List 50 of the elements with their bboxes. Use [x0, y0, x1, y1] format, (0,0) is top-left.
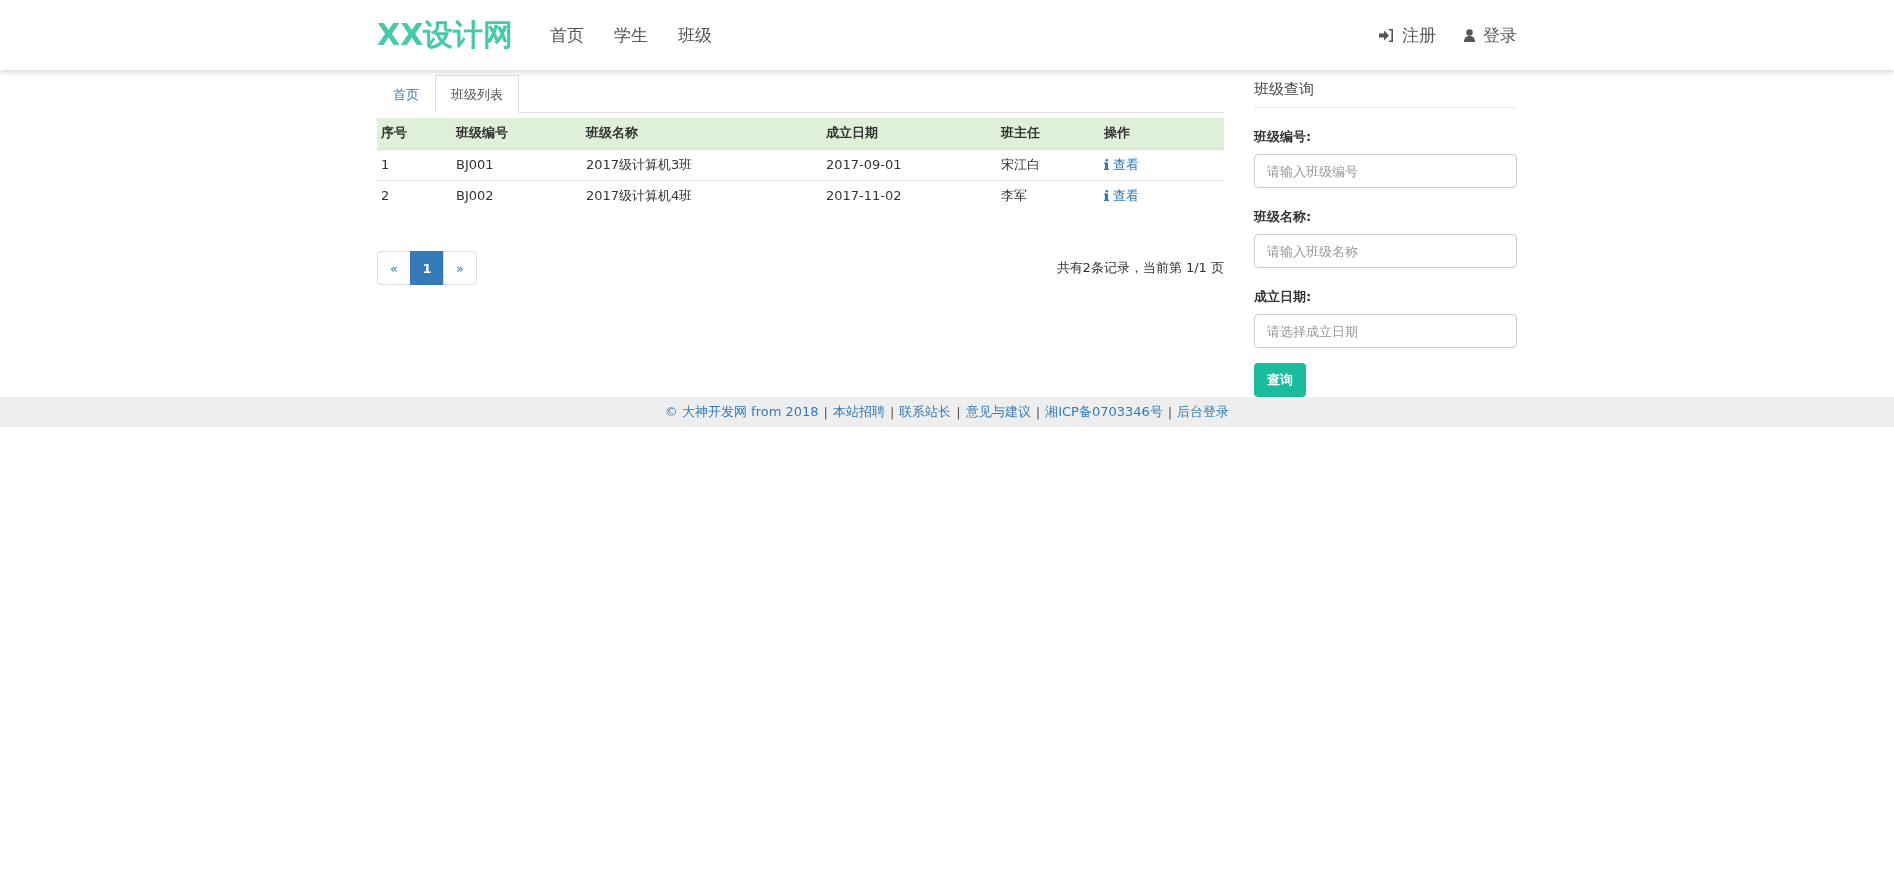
table-cell: 2017-11-02: [822, 180, 997, 211]
footer-link[interactable]: 联系站长: [899, 403, 952, 421]
info-icon: [1104, 159, 1109, 170]
panel-title: 班级查询: [1254, 75, 1517, 108]
table-cell: 2017级计算机3班: [582, 149, 822, 180]
field-label: 班级编号:: [1254, 128, 1313, 146]
separator: |: [823, 404, 828, 420]
page-button[interactable]: 1: [410, 251, 444, 285]
page-button[interactable]: »: [443, 251, 477, 285]
table-cell: 2017-09-01: [822, 149, 997, 180]
footer-link[interactable]: 本站招聘: [832, 403, 885, 421]
nav-action-link[interactable]: 登录: [1464, 23, 1517, 47]
separator: |: [1167, 404, 1173, 420]
nav-link[interactable]: 班级: [663, 23, 728, 47]
footer-link[interactable]: 湘ICP备0703346号: [1045, 403, 1163, 421]
table-cell: BJ002: [452, 180, 582, 211]
table-cell: 宋江白: [997, 149, 1100, 180]
table-cell: 2: [377, 180, 452, 211]
column-header: 班级名称: [582, 118, 822, 149]
separator: |: [1035, 404, 1041, 420]
view-link[interactable]: 查看: [1104, 155, 1139, 174]
table-cell: 1: [377, 149, 452, 180]
column-header: 班主任: [997, 118, 1100, 149]
column-header: 班级编号: [452, 118, 582, 149]
column-header: 序号: [377, 118, 452, 149]
field-label: 成立日期:: [1254, 288, 1313, 306]
nav-link[interactable]: 首页: [535, 23, 600, 47]
footer-link[interactable]: 后台登录: [1177, 403, 1230, 421]
user-icon: [1464, 28, 1475, 42]
table-cell: 李军: [997, 180, 1100, 211]
table-cell: 2017级计算机4班: [582, 180, 822, 211]
column-header: 操作: [1100, 118, 1224, 149]
separator: |: [889, 404, 895, 420]
table-cell: BJ001: [452, 149, 582, 180]
view-link[interactable]: 查看: [1104, 186, 1139, 205]
input-field[interactable]: 请输入班级编号: [1254, 154, 1517, 188]
record-summary: 共有2条记录，当前第 1/1 页: [1056, 259, 1224, 277]
field-label: 班级名称:: [1254, 208, 1313, 226]
column-header: 成立日期: [822, 118, 997, 149]
sign-in-icon: [1379, 28, 1394, 42]
nav-action-link[interactable]: 注册: [1379, 23, 1436, 47]
input-field[interactable]: 请选择成立日期: [1254, 314, 1517, 348]
separator: |: [956, 404, 961, 420]
input-field[interactable]: 请输入班级名称: [1254, 234, 1517, 268]
footer-link[interactable]: © 大神开发网 from 2018: [664, 403, 819, 421]
tab[interactable]: 班级列表: [435, 75, 519, 113]
info-icon: [1104, 190, 1109, 202]
page-button[interactable]: «: [377, 251, 411, 285]
footer-link[interactable]: 意见与建议: [965, 403, 1031, 421]
nav-link[interactable]: 学生: [599, 23, 664, 47]
